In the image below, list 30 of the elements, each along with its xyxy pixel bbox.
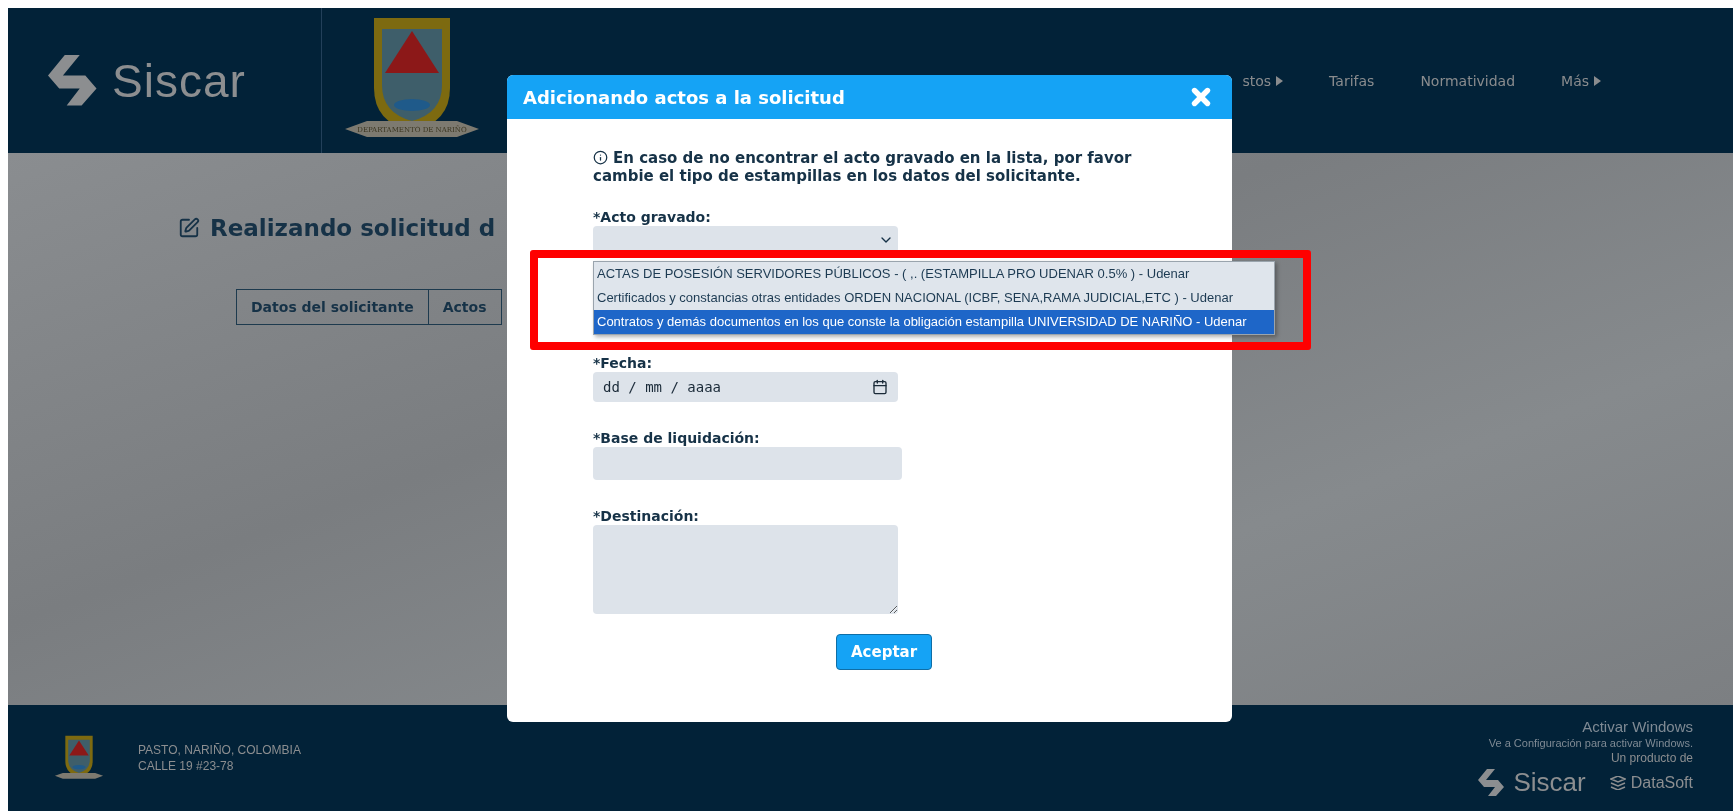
activation-notice: Activar Windows xyxy=(1582,718,1693,735)
info-icon xyxy=(593,150,608,165)
nav-link[interactable]: Más xyxy=(1561,72,1601,89)
field-label: *Destinación: xyxy=(593,508,700,525)
date-field[interactable]: dd / mm / aaaa xyxy=(593,372,898,402)
dropdown-option[interactable]: Certificados y constancias otras entidades ORDEN NACIONAL (ICBF, SENA,RAMA JUDICIAL,ETC ) - Udenar xyxy=(594,286,1274,310)
step-tab[interactable]: Datos del solicitante xyxy=(236,289,429,325)
credit-text: Un producto de xyxy=(1610,751,1693,765)
dropdown-option[interactable]: ACTAS DE POSESIÓN SERVIDORES PÚBLICOS - ( ,. (ESTAMPILLA PRO UDENAR 0.5% ) - Udenar xyxy=(594,262,1274,286)
edit-icon xyxy=(178,217,200,239)
dialog-title: Adicionando actos a la solicitud xyxy=(523,86,845,108)
address-line: PASTO, NARIÑO, COLOMBIA xyxy=(138,742,301,758)
field-label: *Acto gravado: xyxy=(593,209,712,226)
activation-hint: Ve a Configuración para activar Windows. xyxy=(1488,737,1693,749)
field-label: *Base de liquidación: xyxy=(593,430,761,447)
calendar-icon xyxy=(872,379,888,395)
accept-button[interactable]: Aceptar xyxy=(836,634,933,670)
info-message: En caso de no encontrar el acto gravado en la lista, por favor cambie el tipo de estampillas en los datos del solicitante. xyxy=(593,149,1133,185)
brand-name: Siscar xyxy=(1513,767,1586,798)
address-line: CALLE 19 #23-78 xyxy=(138,758,235,774)
nav-link[interactable]: Tarifas xyxy=(1329,72,1375,89)
partner-name: DataSoft xyxy=(1630,773,1693,792)
nav-link[interactable]: Normatividad xyxy=(1420,72,1516,89)
field-label: *Fecha: xyxy=(593,355,654,372)
step-tab[interactable]: Actos xyxy=(428,289,502,325)
input-field[interactable] xyxy=(593,447,902,480)
nav-link[interactable]: stos xyxy=(1242,72,1284,89)
stack-logo-icon xyxy=(1609,775,1626,790)
dropdown-option[interactable]: Contratos y demás documentos en los que conste la obligación estampilla UNIVERSIDAD DE NARIÑO - Udenar xyxy=(594,310,1274,334)
brand-name: Siscar xyxy=(112,53,246,108)
